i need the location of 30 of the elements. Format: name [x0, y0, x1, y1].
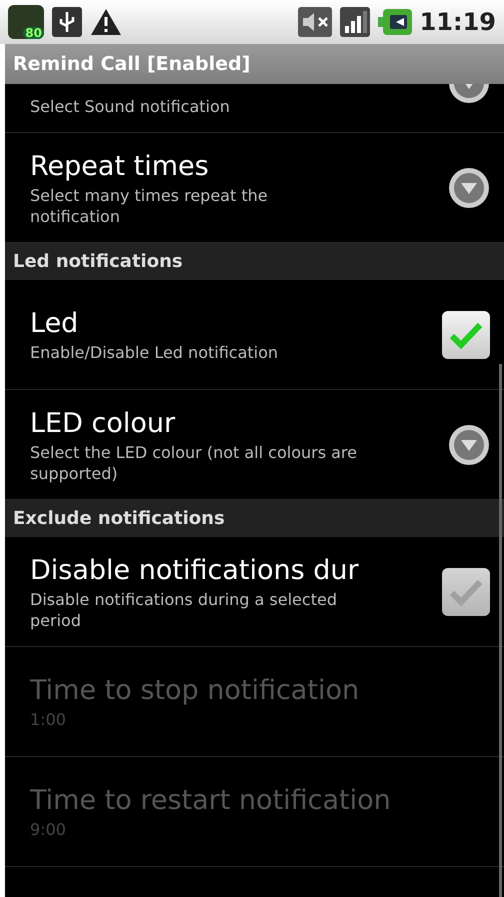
dropdown-icon[interactable] — [448, 166, 490, 208]
preference-summary: 1:00 — [30, 709, 67, 730]
battery-status-icon: 80 — [8, 5, 44, 39]
check-icon — [449, 578, 483, 606]
preference-title: LED colour — [30, 406, 176, 440]
preference-title: Repeat times — [30, 150, 210, 184]
preference-summary: Disable notifications during a selected period — [30, 588, 338, 630]
preference-title: Time to stop notification — [30, 674, 360, 708]
dropdown-icon[interactable] — [448, 424, 490, 466]
section-header: Exclude notifications — [5, 500, 504, 537]
checkbox[interactable] — [442, 568, 490, 616]
check-icon — [449, 320, 483, 348]
muted-speaker-icon — [298, 7, 332, 37]
warning-icon — [90, 8, 122, 36]
preference-summary: Enable/Disable Led notification — [30, 342, 280, 363]
signal-icon — [340, 7, 370, 37]
preference-title: Time to restart notification — [30, 784, 392, 818]
checkbox[interactable] — [442, 310, 490, 358]
preference-summary: 9:00 — [30, 819, 67, 840]
clock-time: 11:19 — [420, 7, 496, 38]
preference-summary: Select Sound notification — [30, 96, 231, 117]
preference-summary: Select the LED colour (not all colours are supported) — [30, 442, 358, 484]
section-header: Led notifications — [5, 243, 504, 280]
app-title: Remind Call [Enabled] — [13, 52, 250, 77]
usb-icon — [52, 7, 82, 37]
preference-title: Disable notifications dur — [30, 554, 360, 588]
battery-charging-icon — [378, 8, 412, 36]
preference-summary: Select many times repeat the notification — [30, 184, 269, 226]
dropdown-icon[interactable] — [448, 84, 490, 104]
preference-title: Led — [30, 307, 80, 341]
